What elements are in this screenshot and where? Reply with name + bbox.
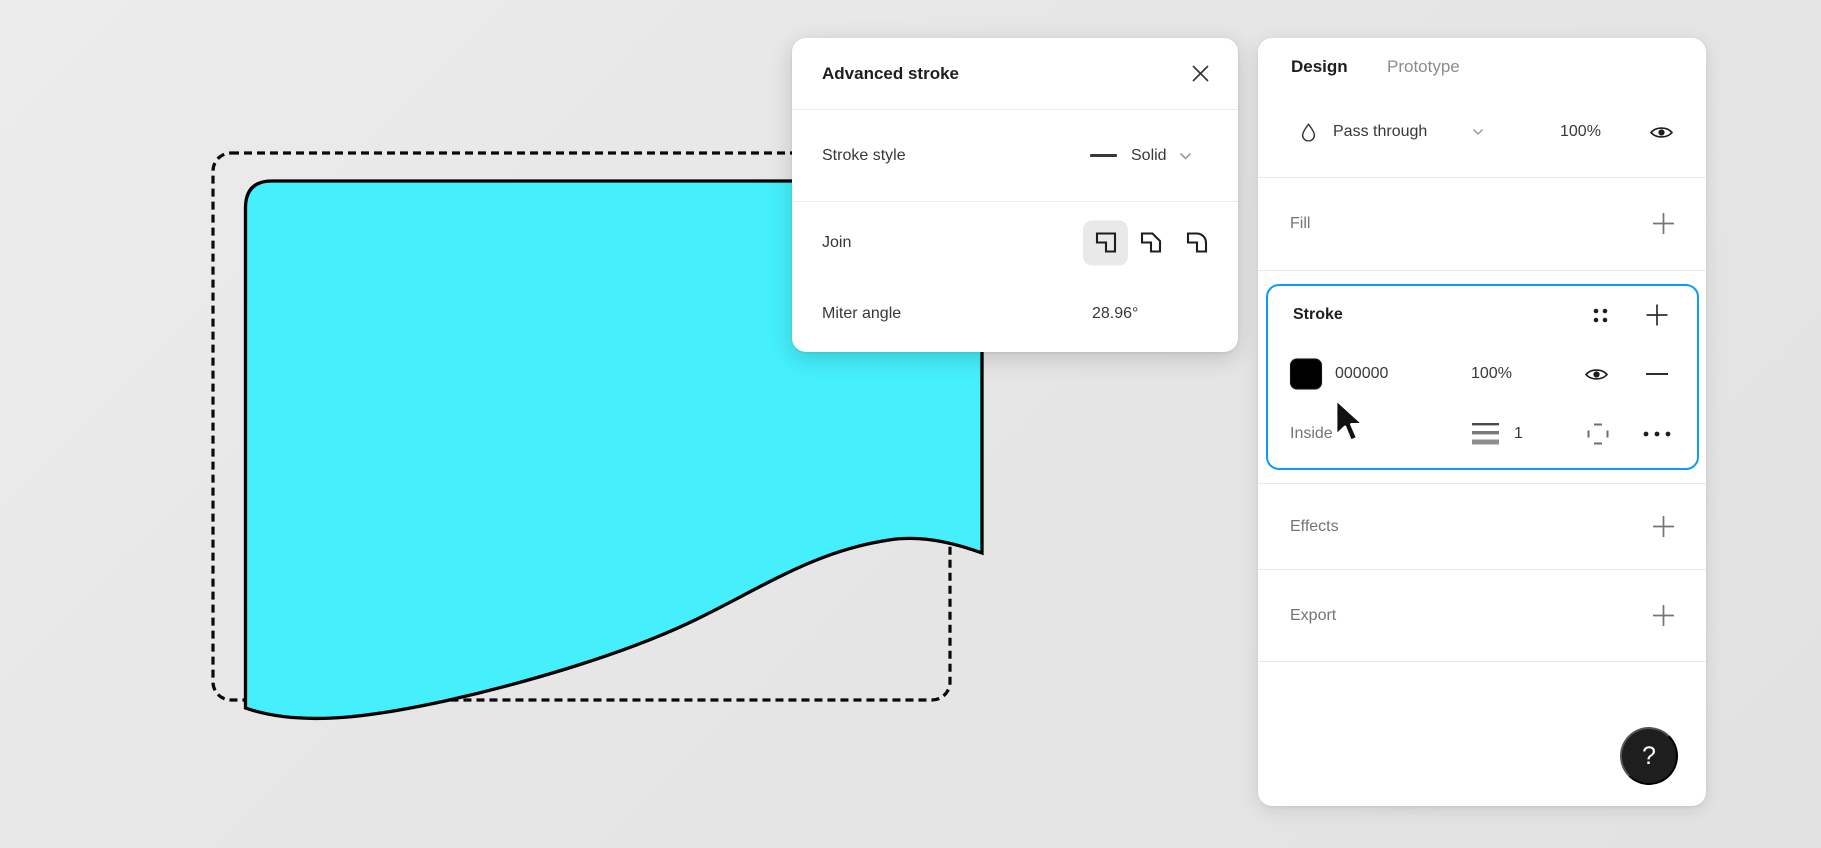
stroke-style-label: Stroke style — [822, 147, 906, 165]
stroke-settings-row: Inside 1 — [1268, 404, 1697, 464]
blend-droplet-icon — [1300, 123, 1317, 142]
fill-section-header: Fill — [1258, 178, 1706, 269]
effects-section-header: Effects — [1258, 484, 1706, 569]
plus-icon — [1645, 303, 1669, 327]
layer-visibility-eye-icon[interactable] — [1646, 117, 1676, 147]
join-label: Join — [822, 234, 851, 252]
chevron-down-icon — [1472, 128, 1484, 136]
remove-stroke-minus-icon[interactable] — [1642, 359, 1672, 389]
popup-header: Advanced stroke — [792, 38, 1238, 109]
popup-title: Advanced stroke — [822, 64, 959, 84]
stroke-section-header: Stroke — [1268, 286, 1697, 344]
effects-label: Effects — [1290, 518, 1339, 536]
tab-design[interactable]: Design — [1291, 57, 1348, 77]
stroke-style-row: Stroke style Solid — [792, 110, 1238, 201]
add-export-button[interactable] — [1648, 601, 1678, 631]
miter-angle-row: Miter angle 28.96° — [792, 284, 1238, 344]
stroke-position-select[interactable]: Inside — [1290, 425, 1333, 443]
stroke-weight-icon — [1472, 422, 1499, 446]
help-button[interactable]: ? — [1620, 727, 1678, 785]
stroke-section-selected: Stroke 000000 100% — [1266, 284, 1699, 470]
join-bevel-button[interactable] — [1129, 220, 1174, 265]
stroke-color-row: 000000 100% — [1268, 344, 1697, 404]
round-join-icon — [1183, 229, 1211, 257]
layer-opacity-input[interactable]: 100% — [1560, 123, 1601, 141]
bevel-join-icon — [1137, 229, 1165, 257]
stroke-more-options-icon[interactable] — [1640, 419, 1674, 449]
plus-icon — [1652, 604, 1675, 627]
add-stroke-button[interactable] — [1642, 300, 1672, 330]
join-miter-button[interactable] — [1083, 220, 1128, 265]
join-round-button[interactable] — [1174, 220, 1219, 265]
miter-angle-input[interactable]: 28.96° — [1092, 305, 1138, 323]
tab-bar: Design Prototype — [1258, 38, 1706, 96]
chevron-down-icon — [1179, 152, 1192, 160]
advanced-stroke-popup: Advanced stroke Stroke style Solid Join — [792, 38, 1238, 352]
blend-mode-row: Pass through 100% — [1258, 102, 1706, 162]
stroke-styles-icon[interactable] — [1585, 300, 1615, 330]
stroke-style-dropdown[interactable]: Solid — [1090, 147, 1192, 165]
stroke-hex-input[interactable]: 000000 — [1335, 365, 1388, 383]
panel-divider — [1258, 270, 1706, 271]
add-effect-button[interactable] — [1648, 512, 1678, 542]
add-fill-button[interactable] — [1648, 209, 1678, 239]
stroke-label: Stroke — [1293, 306, 1343, 324]
join-options — [1083, 220, 1219, 265]
stroke-weight-input[interactable]: 1 — [1514, 425, 1523, 443]
plus-icon — [1652, 515, 1675, 538]
export-section-header: Export — [1258, 570, 1706, 661]
individual-strokes-icon[interactable] — [1583, 419, 1613, 449]
tab-prototype[interactable]: Prototype — [1387, 57, 1460, 77]
solid-line-icon — [1090, 154, 1117, 156]
close-icon[interactable] — [1186, 59, 1214, 87]
join-row: Join — [792, 201, 1238, 284]
stroke-style-value: Solid — [1131, 147, 1167, 165]
help-question-mark: ? — [1642, 742, 1656, 771]
miter-join-icon — [1092, 229, 1120, 257]
miter-angle-label: Miter angle — [822, 305, 901, 323]
fill-label: Fill — [1290, 215, 1310, 233]
stroke-visibility-eye-icon[interactable] — [1581, 359, 1611, 389]
plus-icon — [1652, 212, 1675, 235]
stroke-color-swatch[interactable] — [1290, 359, 1322, 390]
miter-angle-value: 28.96° — [1092, 305, 1138, 323]
panel-divider — [1258, 661, 1706, 662]
export-label: Export — [1290, 607, 1336, 625]
inspector-panel: Design Prototype Pass through 100% Fill — [1258, 38, 1706, 806]
blend-mode-select[interactable]: Pass through — [1333, 123, 1427, 141]
stroke-opacity-input[interactable]: 100% — [1471, 365, 1512, 383]
